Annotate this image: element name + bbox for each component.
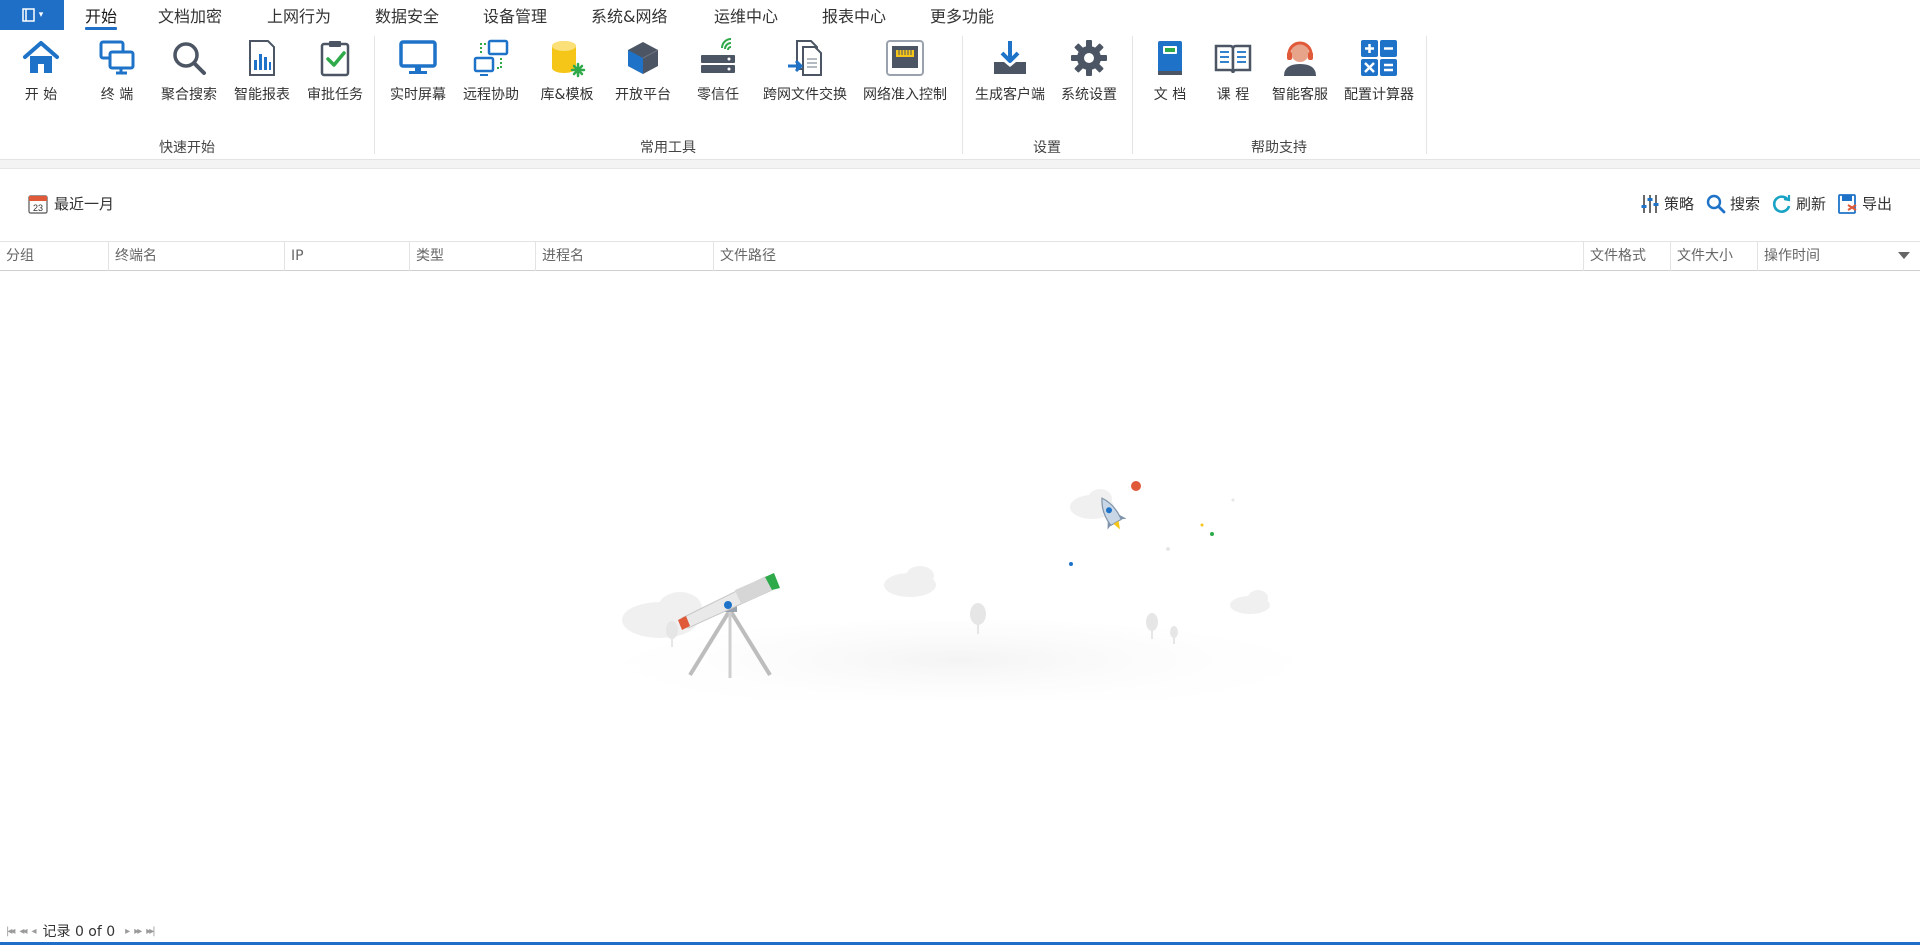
- search-icon: [1706, 194, 1726, 213]
- terminals-icon: [95, 36, 139, 80]
- ribbon-library-template-button[interactable]: 库&模板: [531, 36, 603, 110]
- column-header-type[interactable]: 类型: [410, 242, 536, 271]
- app-menu-icon: [21, 8, 35, 22]
- ribbon-generate-client-button[interactable]: 生成客户端: [972, 36, 1048, 110]
- zero-trust-icon: [696, 36, 740, 80]
- date-range-label: 最近一月: [54, 195, 115, 213]
- tab-doc-encryption[interactable]: 文档加密: [158, 3, 222, 27]
- ribbon-smart-support-button[interactable]: 智能客服: [1264, 36, 1336, 110]
- ribbon-config-calculator-button[interactable]: 配置计算器: [1337, 36, 1421, 110]
- sliders-icon: [1641, 194, 1659, 213]
- prev-page-group-icon[interactable]: ◂◂: [19, 926, 27, 937]
- column-header-file-size[interactable]: 文件大小: [1671, 242, 1758, 271]
- policy-button[interactable]: 策略: [1640, 193, 1694, 214]
- refresh-button[interactable]: 刷新: [1772, 193, 1826, 214]
- ribbon-system-settings-button[interactable]: 系统设置: [1053, 36, 1125, 110]
- app-menu-button[interactable]: ▾: [0, 0, 64, 30]
- column-header-ip[interactable]: IP: [285, 242, 410, 271]
- open-book-icon: [1211, 36, 1255, 80]
- tab-device-management[interactable]: 设备管理: [483, 3, 547, 27]
- tab-start[interactable]: 开始: [85, 3, 118, 30]
- monitor-icon: [396, 36, 440, 80]
- ribbon: 开 始 终 端 聚合搜索 智能报表 审批任务 快速开始 实时屏幕 远程协助 库&…: [0, 30, 1920, 160]
- pager: |◂◂ ◂◂ ◂ 记录 0 of 0 ▸ ▸▸ ▸▸|: [0, 920, 1920, 942]
- report-icon: [240, 36, 284, 80]
- export-icon: [1838, 193, 1857, 214]
- download-client-icon: [988, 36, 1032, 80]
- export-button[interactable]: 导出: [1838, 193, 1892, 214]
- ribbon-terminals-button[interactable]: 终 端: [81, 36, 153, 110]
- ribbon-documentation-button[interactable]: 文 档: [1134, 36, 1206, 110]
- tab-system-network[interactable]: 系统&网络: [591, 3, 667, 27]
- ribbon-open-platform-button[interactable]: 开放平台: [607, 36, 679, 110]
- tab-more-features[interactable]: 更多功能: [930, 3, 994, 27]
- calendar-icon: 23: [28, 194, 48, 214]
- column-header-file-format[interactable]: 文件格式: [1584, 242, 1671, 271]
- tab-ops-center[interactable]: 运维中心: [714, 3, 778, 27]
- ribbon-bottom-strip: [0, 160, 1920, 169]
- search-button[interactable]: 搜索: [1706, 193, 1760, 214]
- group-label-settings: 设置: [1033, 140, 1061, 156]
- table-header: 分组 终端名 IP 类型 进程名 文件路径 文件格式 文件大小 操作时间: [0, 241, 1920, 271]
- menu-bar: ▾ 开始 文档加密 上网行为 数据安全 设备管理 系统&网络 运维中心 报表中心…: [0, 0, 1920, 30]
- date-range-selector[interactable]: 23 最近一月: [28, 193, 114, 214]
- next-page-icon[interactable]: ▸: [125, 926, 130, 937]
- ribbon-cross-network-file-exchange-button[interactable]: 跨网文件交换: [760, 36, 850, 110]
- gear-icon: [1067, 36, 1111, 80]
- headset-icon: [1278, 36, 1322, 80]
- tab-report-center[interactable]: 报表中心: [822, 3, 886, 27]
- chevron-down-icon: ▾: [38, 10, 44, 20]
- home-icon: [19, 36, 63, 80]
- ribbon-aggregate-search-button[interactable]: 聚合搜索: [153, 36, 225, 110]
- group-label-help-support: 帮助支持: [1251, 140, 1307, 156]
- ribbon-zero-trust-button[interactable]: 零信任: [682, 36, 754, 110]
- refresh-icon: [1772, 194, 1791, 213]
- first-page-icon[interactable]: |◂◂: [6, 926, 16, 937]
- network-access-icon: [883, 36, 927, 80]
- column-header-operation-time[interactable]: 操作时间: [1758, 242, 1920, 271]
- database-template-icon: [545, 36, 589, 80]
- ribbon-start-button[interactable]: 开 始: [5, 36, 77, 110]
- group-label-common-tools: 常用工具: [640, 140, 696, 156]
- record-count: 记录 0 of 0: [42, 924, 116, 940]
- search-icon: [167, 36, 211, 80]
- ribbon-smart-report-button[interactable]: 智能报表: [226, 36, 298, 110]
- open-platform-icon: [621, 36, 665, 80]
- file-exchange-icon: [783, 36, 827, 80]
- calculator-icon: [1357, 36, 1401, 80]
- remote-assist-icon: [469, 36, 513, 80]
- column-header-process-name[interactable]: 进程名: [536, 242, 714, 271]
- empty-state-illustration: [620, 481, 1300, 700]
- group-label-quick-start: 快速开始: [159, 140, 215, 156]
- column-header-file-path[interactable]: 文件路径: [714, 242, 1584, 271]
- column-header-group[interactable]: 分组: [0, 242, 109, 271]
- ribbon-courses-button[interactable]: 课 程: [1197, 36, 1269, 110]
- column-chooser-dropdown[interactable]: [1898, 252, 1910, 259]
- prev-page-icon[interactable]: ◂: [31, 926, 36, 937]
- svg-text:23: 23: [33, 203, 43, 213]
- book-icon: [1148, 36, 1192, 80]
- column-header-terminal-name[interactable]: 终端名: [109, 242, 285, 271]
- approval-icon: [313, 36, 357, 80]
- tab-data-security[interactable]: 数据安全: [375, 3, 439, 27]
- tab-web-behavior[interactable]: 上网行为: [267, 3, 331, 27]
- ribbon-live-screen-button[interactable]: 实时屏幕: [382, 36, 454, 110]
- toolbar: 23 最近一月 策略 搜索 刷新 导出: [0, 185, 1920, 225]
- next-page-group-icon[interactable]: ▸▸: [134, 926, 142, 937]
- last-page-icon[interactable]: ▸▸|: [146, 926, 156, 937]
- ribbon-remote-assist-button[interactable]: 远程协助: [455, 36, 527, 110]
- ribbon-network-access-control-button[interactable]: 网络准入控制: [860, 36, 950, 110]
- ribbon-approval-task-button[interactable]: 审批任务: [299, 36, 371, 110]
